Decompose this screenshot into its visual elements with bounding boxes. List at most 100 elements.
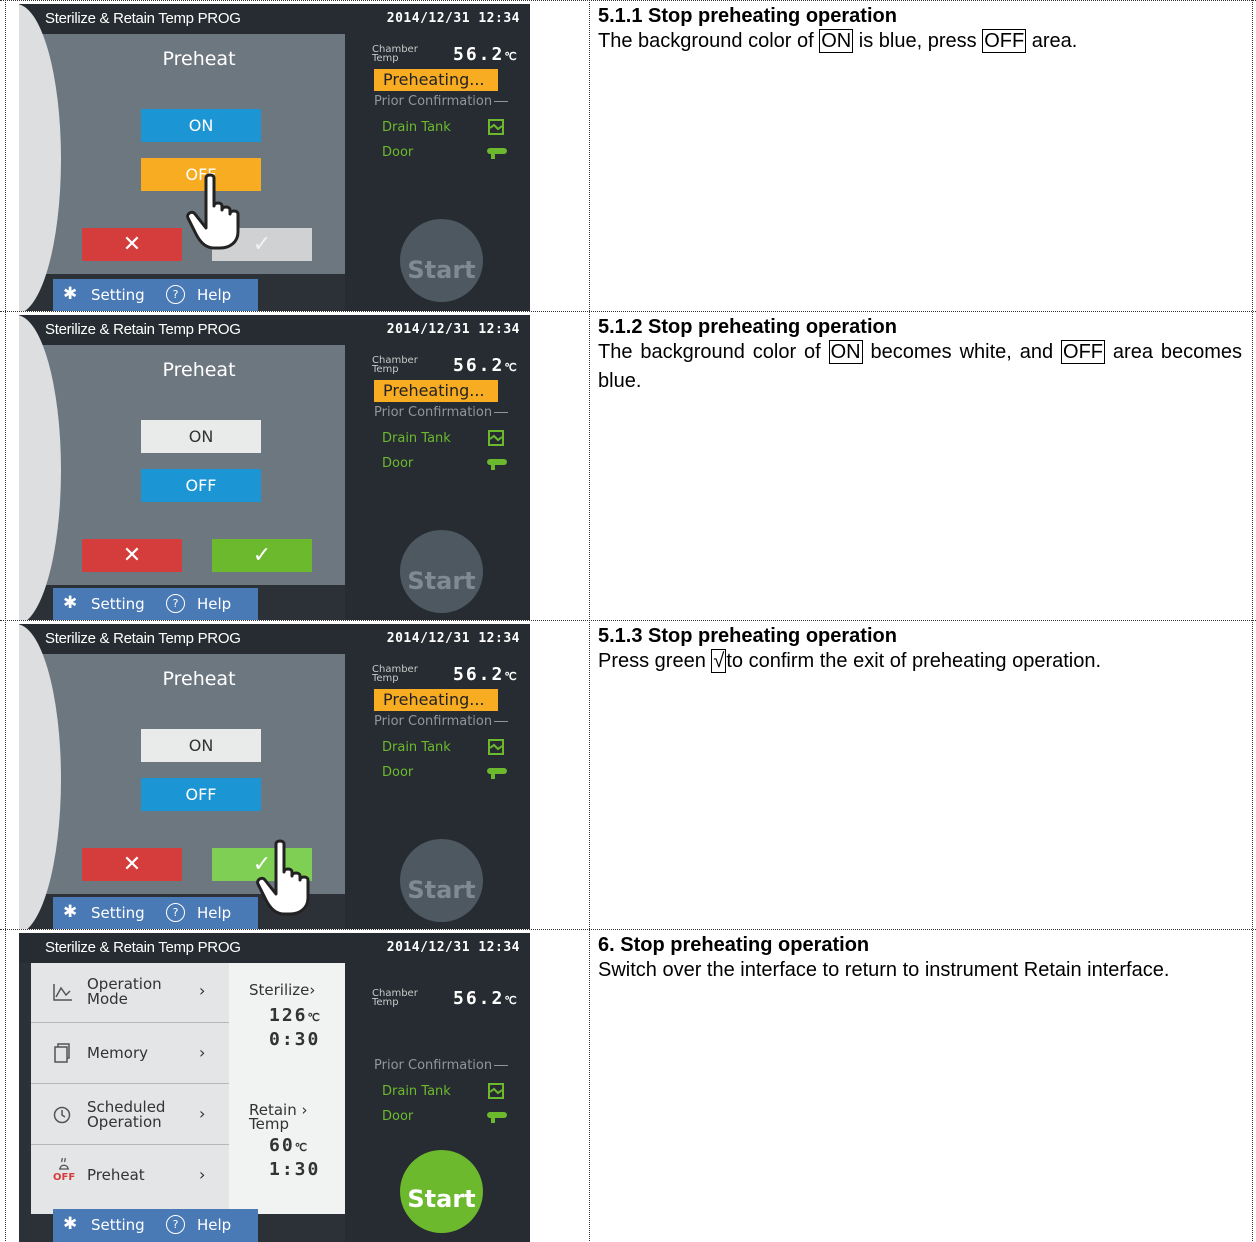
screen-title: Sterilize & Retain Temp PROG [45, 10, 241, 27]
setting-button[interactable]: Setting [91, 286, 145, 304]
sterilize-time: 0:30 [269, 1029, 321, 1050]
off-button[interactable]: OFF [141, 469, 261, 502]
confirm-button[interactable]: ✓ [212, 539, 312, 572]
screen-datetime: 2014/12/31 12:34 [386, 322, 520, 337]
chamber-temp-value: 56.2℃ [453, 355, 517, 376]
retain-temp-value: 60℃ [269, 1135, 308, 1156]
step-heading: 5.1.1 Stop preheating operation [598, 5, 897, 27]
start-button[interactable]: Start [400, 219, 483, 302]
start-button[interactable]: Start [400, 530, 483, 613]
screen-datetime: 2014/12/31 12:34 [386, 11, 520, 26]
preheat-title: Preheat [162, 359, 236, 381]
retain-temp-button[interactable]: Retain › Temp [249, 1103, 308, 1132]
step-body: The background color of ON becomes white… [598, 340, 1243, 392]
step-text-cell: 5.1.3 Stop preheating operation Press gr… [598, 625, 1242, 676]
step-body: Switch over the interface to return to i… [598, 959, 1170, 981]
door-key-icon [487, 145, 507, 164]
door-label: Door [382, 1109, 414, 1124]
on-button[interactable]: ON [141, 420, 261, 453]
program-panel: Sterilize› 126℃ 0:30 Retain › Temp 60℃ 1:… [229, 963, 345, 1214]
door-label: Door [382, 765, 414, 780]
screen-footer: ✱ Setting ? Help [53, 588, 258, 620]
menu-item-memory[interactable]: Memory › [31, 1024, 229, 1084]
panel-arc-decoration [19, 315, 61, 620]
sterilize-button[interactable]: Sterilize› [249, 983, 315, 998]
gear-icon: ✱ [63, 902, 78, 922]
help-button[interactable]: Help [197, 1216, 231, 1234]
device-screen: Sterilize & Retain Temp PROG 2014/12/31 … [19, 315, 530, 620]
drain-tank-icon [487, 1082, 505, 1104]
sterilize-temp: 126℃ [269, 1005, 320, 1026]
drain-tank-icon [487, 118, 505, 140]
help-button[interactable]: Help [197, 286, 231, 304]
screen-titlebar: Sterilize & Retain Temp PROG 2014/12/31 … [19, 4, 530, 34]
memory-icon [53, 1043, 71, 1068]
on-label-box: ON [828, 340, 863, 364]
chamber-temp-value: 56.2℃ [453, 664, 517, 685]
setting-button[interactable]: Setting [91, 904, 145, 922]
preheating-status-badge: Preheating... [374, 69, 498, 91]
step-body: Press green √ to confirm the exit of preh… [598, 649, 1102, 673]
step-body: The background color of ON is blue, pres… [598, 29, 1078, 53]
setting-button[interactable]: Setting [91, 1216, 145, 1234]
prior-confirmation-label: Prior Confirmation [374, 94, 508, 109]
gear-icon: ✱ [63, 1214, 78, 1234]
help-icon: ? [166, 594, 185, 613]
chamber-temp-label: Chamber Temp [372, 664, 418, 684]
step-text-cell: 5.1.1 Stop preheating operation The back… [598, 5, 1242, 56]
screen-title: Sterilize & Retain Temp PROG [45, 321, 241, 338]
preheating-status-badge: Preheating... [374, 380, 498, 402]
cancel-button[interactable]: ✕ [82, 228, 182, 261]
help-icon: ? [166, 903, 185, 922]
table-row: Sterilize & Retain Temp PROG 2014/12/31 … [0, 0, 1256, 311]
gear-icon: ✱ [63, 284, 78, 304]
chevron-right-icon: › [199, 1165, 206, 1184]
main-menu: Operation Mode › Memory › Scheduled Operat… [31, 963, 229, 1214]
table-row: Sterilize & Retain Temp PROG 2014/12/31 … [0, 620, 1256, 929]
menu-item-operation-mode[interactable]: Operation Mode › [31, 963, 229, 1023]
table-row: Sterilize & Retain Temp PROG 2014/12/31 … [0, 929, 1256, 1242]
drain-tank-label: Drain Tank [382, 740, 451, 755]
door-key-icon [487, 1109, 507, 1128]
door-key-icon [487, 765, 507, 784]
step-text-cell: 6. Stop preheating operation Switch over… [598, 934, 1242, 985]
clock-icon [53, 1106, 71, 1129]
start-button[interactable]: Start [400, 1150, 483, 1233]
screen-datetime: 2014/12/31 12:34 [386, 940, 520, 955]
drain-tank-label: Drain Tank [382, 120, 451, 135]
cancel-button[interactable]: ✕ [82, 539, 182, 572]
status-panel: Chamber Temp 56.2℃ Prior Confirmation Dra… [345, 963, 530, 1242]
pointing-hand-icon [186, 173, 240, 250]
preheating-status-badge: Preheating... [374, 689, 498, 711]
status-panel: Chamber Temp 56.2℃ Preheating... Prior Co… [345, 34, 530, 311]
menu-item-scheduled-operation[interactable]: Scheduled Operation › [31, 1085, 229, 1145]
drain-tank-icon [487, 738, 505, 760]
door-label: Door [382, 145, 414, 160]
cancel-button[interactable]: ✕ [82, 848, 182, 881]
on-button[interactable]: ON [141, 109, 261, 142]
on-button[interactable]: ON [141, 729, 261, 762]
table-row: Sterilize & Retain Temp PROG 2014/12/31 … [0, 311, 1256, 620]
device-screen: Sterilize & Retain Temp PROG 2014/12/31 … [19, 4, 530, 311]
prior-confirmation-label: Prior Confirmation [374, 1058, 508, 1073]
retain-time: 1:30 [269, 1159, 321, 1180]
chevron-right-icon: › [199, 1104, 206, 1123]
instruction-table: Sterilize & Retain Temp PROG 2014/12/31 … [0, 0, 1256, 1242]
gear-icon: ✱ [63, 593, 78, 613]
setting-button[interactable]: Setting [91, 595, 145, 613]
step-heading: 5.1.3 Stop preheating operation [598, 625, 897, 647]
chamber-temp-value: 56.2℃ [453, 44, 517, 65]
start-button[interactable]: Start [400, 839, 483, 922]
preheat-panel: Preheat ON OFF ✕ ✓ [19, 315, 345, 620]
chamber-temp-value: 56.2℃ [453, 988, 517, 1009]
screen-footer: ✱ Setting ? Help [53, 279, 258, 311]
screen-footer: ✱ Setting ? Help [53, 897, 258, 929]
help-button[interactable]: Help [197, 904, 231, 922]
status-panel: Chamber Temp 56.2℃ Preheating... Prior Co… [345, 654, 530, 929]
help-button[interactable]: Help [197, 595, 231, 613]
chevron-right-icon: › [199, 981, 206, 1000]
device-screen: Sterilize & Retain Temp PROG 2014/12/31 … [19, 624, 530, 929]
panel-arc-decoration [19, 4, 61, 311]
menu-item-preheat[interactable]: OFF Preheat › [31, 1146, 229, 1206]
off-button[interactable]: OFF [141, 778, 261, 811]
